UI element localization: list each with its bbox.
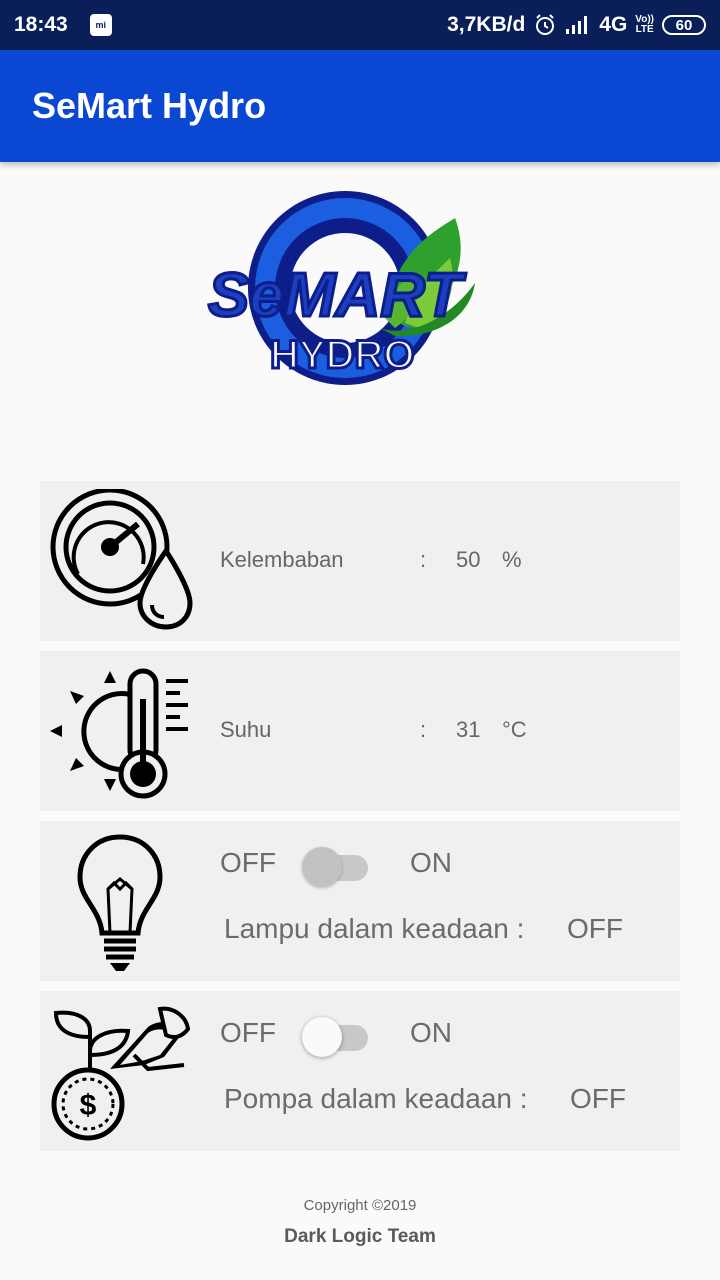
logo-semart-text: SeMART — [208, 261, 467, 330]
semart-hydro-logo: SeMART HYDRO 2 — [200, 188, 490, 393]
logo-superscript: 2 — [380, 333, 389, 350]
humidity-gauge-icon — [48, 487, 193, 634]
network-speed: 3,7KB/d — [447, 13, 526, 36]
lamp-card: OFF ON Lampu dalam keadaan : OFF — [40, 821, 680, 981]
light-bulb-icon — [48, 829, 193, 974]
lamp-state-value: OFF — [567, 913, 623, 944]
humidity-value: 50 — [456, 547, 481, 572]
pump-card: $ OFF ON Pompa dalam keadaan : OFF — [40, 991, 680, 1151]
alarm-icon — [533, 13, 557, 37]
temperature-separator: : — [420, 717, 427, 742]
volte-bottom-label: LTE — [635, 24, 654, 35]
battery-icon: 60 — [662, 15, 706, 35]
lamp-on-label: ON — [410, 847, 452, 878]
humidity-label: Kelembaban — [220, 547, 344, 572]
copyright-text: Copyright ©2019 — [303, 1197, 417, 1214]
pump-state-label: Pompa dalam keadaan : — [224, 1083, 528, 1114]
status-time: 18:43 — [14, 13, 68, 36]
volte-icon: Vo)) LTE — [635, 15, 654, 35]
lamp-toggle[interactable] — [302, 841, 372, 887]
pump-state-value: OFF — [570, 1083, 626, 1114]
network-type: 4G — [599, 13, 628, 36]
thermometer-sun-icon — [48, 659, 193, 804]
temperature-unit: °C — [502, 717, 527, 742]
mi-notification-icon: mi — [89, 14, 112, 36]
lamp-state-label: Lampu dalam keadaan : — [224, 913, 525, 944]
logo-hydro-text: HYDRO — [270, 333, 414, 377]
temperature-card: Suhu : 31 °C — [40, 651, 680, 811]
temperature-value: 31 — [456, 717, 481, 742]
pump-on-label: ON — [410, 1017, 452, 1048]
signal-icon — [565, 15, 591, 35]
plant-watering-icon: $ — [48, 999, 193, 1144]
app-bar: SeMart Hydro — [0, 50, 720, 162]
humidity-separator: : — [420, 547, 427, 572]
pump-off-label: OFF — [220, 1017, 276, 1048]
lamp-off-label: OFF — [220, 847, 276, 878]
status-bar: 18:43 mi 3,7KB/d 4G Vo)) LTE 60 — [0, 0, 720, 50]
humidity-unit: % — [502, 547, 522, 572]
pump-toggle[interactable] — [302, 1011, 372, 1057]
temperature-label: Suhu — [220, 717, 272, 742]
svg-text:$: $ — [80, 1089, 97, 1122]
humidity-card: Kelembaban : 50 % — [40, 481, 680, 641]
app-title: SeMart Hydro — [32, 85, 267, 126]
lamp-toggle-thumb — [302, 847, 342, 887]
team-name: Dark Logic Team — [284, 1226, 436, 1247]
pump-toggle-thumb — [302, 1017, 342, 1057]
